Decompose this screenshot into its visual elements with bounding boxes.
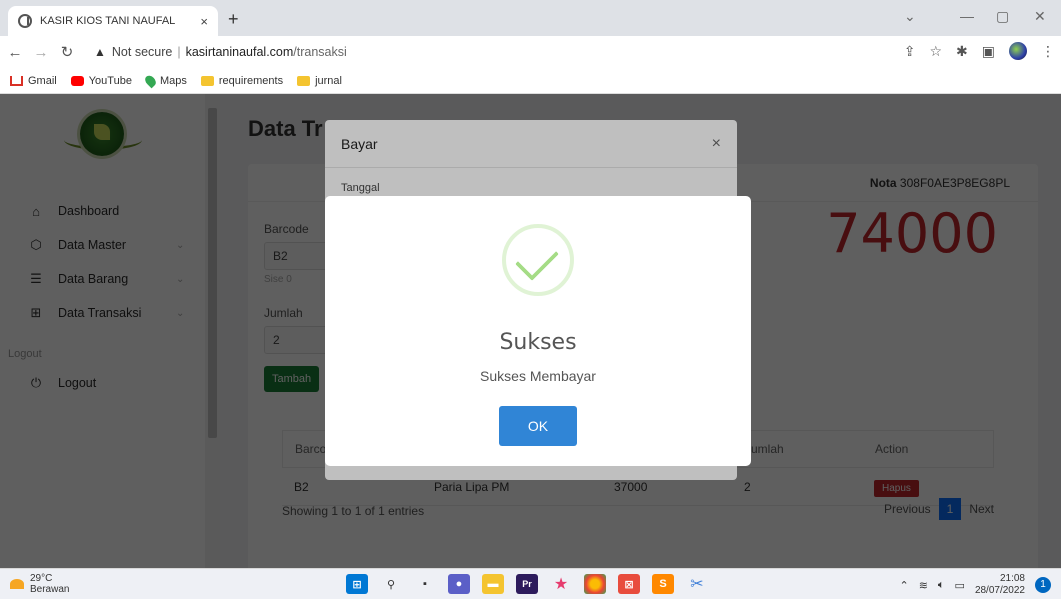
bookmark-star-icon[interactable]: ☆	[929, 43, 942, 60]
premiere-icon[interactable]: Pr	[516, 574, 538, 594]
browser-tab[interactable]: KASIR KIOS TANI NAUFAL ×	[8, 6, 218, 36]
bookmark-maps[interactable]: Maps	[143, 73, 187, 88]
star-app-icon[interactable]: ★	[550, 574, 572, 594]
tab-title: KASIR KIOS TANI NAUFAL	[40, 15, 176, 27]
maps-icon	[143, 73, 158, 88]
folder-icon	[297, 75, 311, 86]
chrome-icon[interactable]	[584, 574, 606, 594]
profile-avatar[interactable]	[1009, 42, 1027, 60]
alert-title: Sukses	[499, 330, 577, 355]
security-label[interactable]: Not secure	[112, 45, 172, 59]
tab-search-icon[interactable]: ⌄	[904, 8, 916, 25]
bookmark-gmail[interactable]: Gmail	[10, 75, 57, 87]
globe-icon	[18, 14, 32, 28]
wifi-icon[interactable]: ≋	[919, 579, 928, 592]
task-view-icon[interactable]: ▪	[414, 574, 436, 594]
alert-text: Sukses Membayar	[480, 368, 596, 384]
new-tab-button[interactable]: +	[228, 9, 239, 30]
browser-tabstrip: KASIR KIOS TANI NAUFAL × + ⌄ — ▢ ✕	[0, 0, 1061, 36]
taskbar: 29°C Berawan ⊞ ⚲ ▪ ● ▬ Pr ★ ⊠ S ✂ ⌃ ≋ 🔈︎ …	[0, 568, 1061, 599]
chevron-up-icon[interactable]: ⌃	[899, 579, 908, 592]
url-host: kasirtaninaufal.com	[185, 45, 294, 59]
close-window-button[interactable]: ✕	[1034, 8, 1046, 25]
tab-close-button[interactable]: ×	[200, 14, 208, 29]
file-explorer-icon[interactable]: ▬	[482, 574, 504, 594]
maximize-button[interactable]: ▢	[996, 8, 1009, 25]
weather-widget[interactable]: 29°C Berawan	[10, 573, 69, 595]
reload-icon[interactable]: ↻	[56, 43, 78, 61]
youtube-icon	[70, 75, 84, 86]
sublime-icon[interactable]: S	[652, 574, 674, 594]
weather-icon	[10, 579, 24, 589]
bookmark-jurnal[interactable]: jurnal	[297, 75, 342, 87]
back-icon[interactable]: ←	[4, 44, 26, 61]
xampp-icon[interactable]: ⊠	[618, 574, 640, 594]
address-bar: ← → ↻ ▲ Not secure | kasirtaninaufal.com…	[0, 36, 1061, 68]
bookmark-youtube[interactable]: YouTube	[70, 75, 132, 87]
url-input[interactable]: ▲ Not secure | kasirtaninaufal.com/trans…	[94, 40, 954, 64]
chat-icon[interactable]: ●	[448, 574, 470, 594]
bookmark-requirements[interactable]: requirements	[200, 75, 283, 87]
share-icon[interactable]: ⇪	[904, 43, 916, 60]
sidepanel-icon[interactable]: ▣	[982, 43, 995, 60]
start-icon[interactable]: ⊞	[346, 574, 368, 594]
clock[interactable]: 21:08 28/07/2022	[975, 573, 1025, 597]
warning-icon[interactable]: ▲	[94, 45, 106, 59]
bookmarks-bar: Gmail YouTube Maps requirements jurnal	[0, 68, 1061, 94]
forward-icon[interactable]: →	[30, 44, 52, 61]
extensions-icon[interactable]: ✱	[956, 43, 968, 60]
ok-button[interactable]: OK	[499, 406, 577, 446]
volume-icon[interactable]: 🔈︎	[938, 579, 945, 592]
gmail-icon	[10, 75, 23, 86]
web-page: ⌂ Dashboard ⬡ Data Master ⌄ ☰ Data Baran…	[0, 94, 1061, 568]
menu-icon[interactable]: ⋮	[1041, 43, 1055, 60]
search-icon[interactable]: ⚲	[380, 574, 402, 594]
url-path: /transaksi	[293, 45, 347, 59]
success-alert: Sukses Sukses Membayar OK	[325, 196, 751, 466]
battery-icon[interactable]: ▭	[955, 579, 965, 592]
folder-icon	[200, 75, 214, 86]
minimize-button[interactable]: —	[960, 8, 974, 24]
notification-badge[interactable]: 1	[1035, 577, 1051, 593]
snipping-tool-icon[interactable]: ✂	[686, 574, 708, 594]
